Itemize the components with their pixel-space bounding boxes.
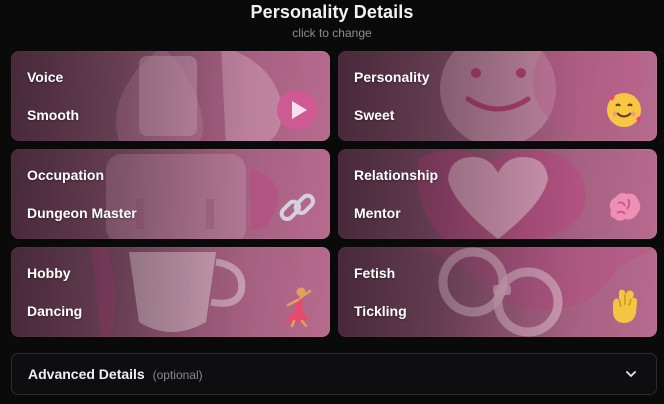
fetish-label: Fetish <box>354 265 396 281</box>
voice-value: Smooth <box>27 107 80 123</box>
fetish-card[interactable]: Fetish Tickling <box>338 247 657 337</box>
fetish-value: Tickling <box>354 303 407 319</box>
occupation-label: Occupation <box>27 167 105 183</box>
personality-label: Personality <box>354 69 430 85</box>
advanced-details-label: Advanced Details <box>28 366 145 382</box>
personality-value: Sweet <box>354 107 395 123</box>
relationship-label: Relationship <box>354 167 439 183</box>
advanced-details-accordion[interactable]: Advanced Details (optional) <box>11 353 657 395</box>
hobby-label: Hobby <box>27 265 71 281</box>
personality-card[interactable]: Personality Sweet <box>338 51 657 141</box>
smiling-face-with-hearts-icon <box>607 93 642 127</box>
play-icon[interactable] <box>276 89 318 131</box>
voice-label: Voice <box>27 69 64 85</box>
link-icon <box>279 193 316 222</box>
advanced-details-title: Advanced Details (optional) <box>28 366 203 382</box>
woman-dancing-icon <box>284 287 312 327</box>
brain-icon <box>609 193 641 221</box>
voice-card[interactable]: Voice Smooth <box>11 51 330 141</box>
advanced-details-optional: (optional) <box>152 368 203 382</box>
relationship-card[interactable]: Relationship Mentor <box>338 149 657 239</box>
hand-gesture-icon <box>613 289 637 323</box>
occupation-value: Dungeon Master <box>27 205 137 221</box>
relationship-value: Mentor <box>354 205 401 221</box>
header: Personality Details click to change <box>0 2 664 40</box>
page-subtitle: click to change <box>292 26 372 40</box>
page-title: Personality Details <box>250 2 414 22</box>
chevron-down-icon[interactable] <box>624 367 638 381</box>
hobby-card[interactable]: Hobby Dancing <box>11 247 330 337</box>
hobby-value: Dancing <box>27 303 83 319</box>
occupation-card[interactable]: Occupation Dungeon Master <box>11 149 330 239</box>
